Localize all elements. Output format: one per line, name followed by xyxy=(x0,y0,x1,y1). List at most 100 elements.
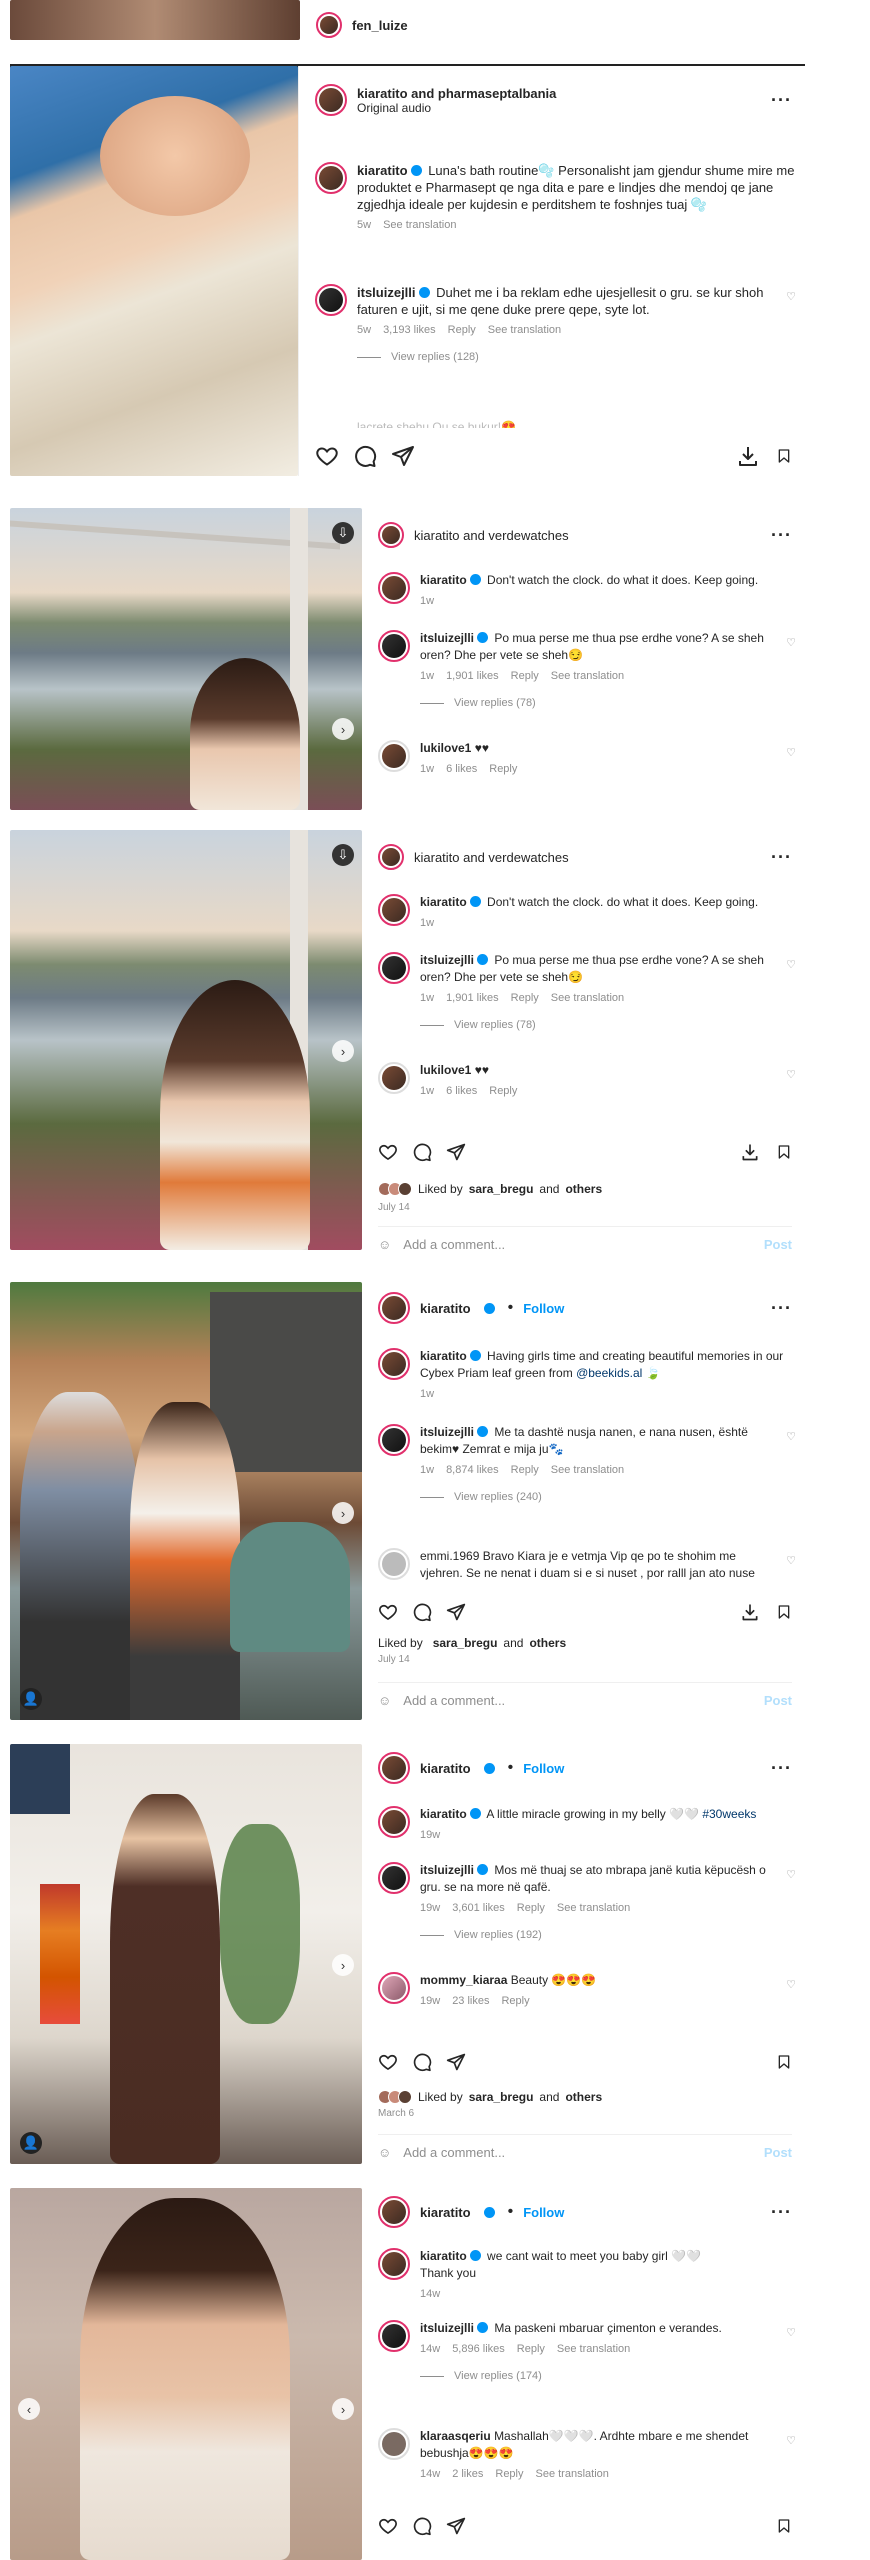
hashtag-link[interactable]: #30weeks xyxy=(702,1807,756,1821)
post-comment-button[interactable]: Post xyxy=(764,2145,792,2160)
comment-user[interactable]: kiaratito xyxy=(420,895,467,909)
like-comment-icon[interactable]: ♡ xyxy=(786,1068,796,1100)
like-comment-icon[interactable]: ♡ xyxy=(786,1868,796,1944)
like-comment-icon[interactable]: ♡ xyxy=(786,958,796,1034)
reply-button[interactable]: Reply xyxy=(511,668,539,685)
more-options-icon[interactable]: ··· xyxy=(771,847,792,868)
see-translation-link[interactable]: See translation xyxy=(536,2466,609,2483)
post-user[interactable]: kiaratito xyxy=(420,2205,471,2220)
post-image[interactable]: › 👤 xyxy=(10,1744,362,2164)
comment-likes[interactable]: 3,193 likes xyxy=(383,322,436,339)
post-image[interactable]: › 👤 xyxy=(10,1282,362,1720)
comment-user[interactable]: kiaratito xyxy=(420,573,467,587)
see-translation-link[interactable]: See translation xyxy=(557,2341,630,2358)
follow-button[interactable]: Follow xyxy=(523,1761,564,1776)
save-icon[interactable] xyxy=(776,1140,792,1164)
avatar[interactable] xyxy=(378,1972,410,2004)
like-icon[interactable] xyxy=(315,444,339,468)
comment-likes[interactable]: 1,901 likes xyxy=(446,668,499,685)
post-user[interactable]: kiaratito xyxy=(420,1301,471,1316)
next-arrow-icon[interactable]: › xyxy=(332,1502,354,1524)
avatar[interactable] xyxy=(316,12,342,38)
avatar[interactable] xyxy=(378,952,410,984)
post-comment-button[interactable]: Post xyxy=(764,1693,792,1708)
download-badge-icon[interactable]: ⇩ xyxy=(332,522,354,544)
post-image[interactable]: › ⇩ xyxy=(10,830,362,1250)
view-replies[interactable]: View replies (78) xyxy=(420,695,770,712)
like-icon[interactable] xyxy=(378,2050,398,2074)
like-icon[interactable] xyxy=(378,1140,398,1164)
avatar[interactable] xyxy=(378,740,410,772)
comment-user[interactable]: itsluizejlli xyxy=(420,1425,474,1439)
avatar[interactable] xyxy=(378,2248,410,2280)
comment-icon[interactable] xyxy=(412,1140,432,1164)
audio-label[interactable]: Original audio xyxy=(357,101,556,115)
view-replies[interactable]: View replies (192) xyxy=(420,1927,770,1944)
see-translation-link[interactable]: See translation xyxy=(551,990,624,1007)
add-comment-input[interactable]: Add a comment... xyxy=(403,2145,505,2160)
post-image[interactable] xyxy=(10,0,300,40)
download-icon[interactable] xyxy=(740,1600,760,1624)
avatar[interactable] xyxy=(378,2320,410,2352)
avatar[interactable] xyxy=(378,1424,410,1456)
avatar[interactable] xyxy=(378,522,404,548)
reply-button[interactable]: Reply xyxy=(511,990,539,1007)
see-translation-link[interactable]: See translation xyxy=(551,668,624,685)
reply-button[interactable]: Reply xyxy=(517,1900,545,1917)
see-translation-link[interactable]: See translation xyxy=(557,1900,630,1917)
like-comment-icon[interactable]: ♡ xyxy=(786,2434,796,2483)
like-icon[interactable] xyxy=(378,1600,398,1624)
avatar[interactable] xyxy=(378,2196,410,2228)
emoji-icon[interactable]: ☺ xyxy=(378,2145,391,2160)
post-image[interactable]: › ⇩ xyxy=(10,508,362,810)
reply-button[interactable]: Reply xyxy=(489,761,517,778)
see-translation-link[interactable]: See translation xyxy=(551,1462,624,1479)
save-icon[interactable] xyxy=(776,1600,792,1624)
mention-link[interactable]: @beekids.al xyxy=(576,1366,642,1380)
avatar[interactable] xyxy=(378,1862,410,1894)
reply-button[interactable]: Reply xyxy=(489,1083,517,1100)
share-icon[interactable] xyxy=(446,2514,466,2538)
comment-likes[interactable]: 3,601 likes xyxy=(452,1900,505,1917)
comment-user[interactable]: lukilove1 xyxy=(420,1063,471,1077)
comment-likes[interactable]: 6 likes xyxy=(446,1083,477,1100)
like-comment-icon[interactable]: ♡ xyxy=(786,1430,796,1506)
comment-likes[interactable]: 8,874 likes xyxy=(446,1462,499,1479)
avatar[interactable] xyxy=(378,894,410,926)
add-comment-input[interactable]: Add a comment... xyxy=(403,1237,505,1252)
more-options-icon[interactable]: ··· xyxy=(771,90,792,111)
liked-by[interactable]: Liked by sara_bregu and others xyxy=(378,1182,602,1196)
reply-button[interactable]: Reply xyxy=(448,322,476,339)
more-options-icon[interactable]: ··· xyxy=(771,525,792,546)
comment-icon[interactable] xyxy=(412,2514,432,2538)
comment-user[interactable]: itsluizejlli xyxy=(420,2321,474,2335)
reply-button[interactable]: Reply xyxy=(517,2341,545,2358)
next-arrow-icon[interactable]: › xyxy=(332,2398,354,2420)
post-comment-button[interactable]: Post xyxy=(764,1237,792,1252)
next-arrow-icon[interactable]: › xyxy=(332,1040,354,1062)
like-comment-icon[interactable]: ♡ xyxy=(786,2326,796,2385)
comment-likes[interactable]: 6 likes xyxy=(446,761,477,778)
comment-user[interactable]: lukilove1 xyxy=(420,741,471,755)
avatar[interactable] xyxy=(315,284,347,316)
view-replies[interactable]: View replies (128) xyxy=(357,349,770,366)
next-arrow-icon[interactable]: › xyxy=(332,1954,354,1976)
download-icon[interactable] xyxy=(740,1140,760,1164)
comment-user[interactable]: kiaratito xyxy=(420,2249,467,2263)
view-replies[interactable]: View replies (240) xyxy=(420,1489,770,1506)
username[interactable]: fen_luize xyxy=(352,18,408,33)
avatar[interactable] xyxy=(315,162,347,194)
comment-icon[interactable] xyxy=(412,1600,432,1624)
share-icon[interactable] xyxy=(446,1600,466,1624)
reply-button[interactable]: Reply xyxy=(511,1462,539,1479)
share-icon[interactable] xyxy=(391,444,415,468)
like-comment-icon[interactable]: ♡ xyxy=(786,1978,796,2010)
avatar[interactable] xyxy=(378,2428,410,2460)
post-user[interactable]: kiaratito xyxy=(420,1761,471,1776)
liked-by[interactable]: Liked by sara_bregu and others xyxy=(378,1636,566,1650)
reply-button[interactable]: Reply xyxy=(495,2466,523,2483)
post-image[interactable] xyxy=(10,66,298,476)
comment-user[interactable]: itsluizejlli xyxy=(420,953,474,967)
liked-by[interactable]: Liked by sara_bregu and others xyxy=(378,2090,602,2104)
more-options-icon[interactable]: ··· xyxy=(771,2202,792,2223)
